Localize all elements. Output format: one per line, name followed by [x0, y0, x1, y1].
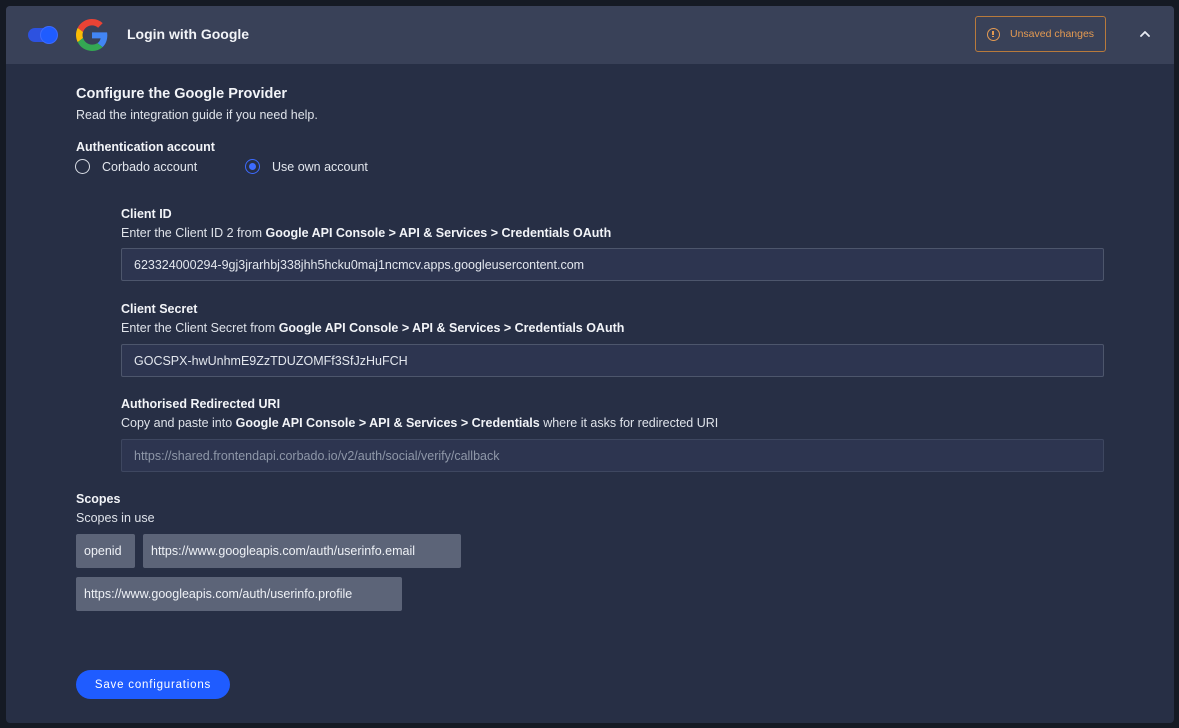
save-configurations-button[interactable]: Save configurations: [76, 670, 230, 699]
redirect-uri-help: Copy and paste into Google API Console >…: [121, 416, 718, 430]
section-title: Configure the Google Provider: [76, 86, 288, 102]
redirect-uri-input[interactable]: [121, 439, 1104, 472]
unsaved-changes-label: Unsaved changes: [1010, 28, 1095, 40]
client-id-input[interactable]: [121, 248, 1104, 281]
client-secret-help-text: Enter the Client Secret from: [121, 321, 279, 335]
redirect-uri-help-suffix: where it asks for redirected URI: [539, 416, 719, 430]
radio-circle[interactable]: [75, 159, 90, 174]
unsaved-changes-badge: Unsaved changes: [975, 16, 1106, 52]
radio-circle-checked[interactable]: [245, 159, 260, 174]
google-logo-icon: [76, 19, 108, 51]
client-secret-help: Enter the Client Secret from Google API …: [121, 321, 624, 335]
client-id-help: Enter the Client ID 2 from Google API Co…: [121, 226, 611, 240]
redirect-uri-help-text: Copy and paste into: [121, 416, 236, 430]
client-secret-label: Client Secret: [121, 302, 198, 316]
redirect-uri-help-path: Google API Console > API & Services > Cr…: [235, 416, 540, 430]
scope-chip-profile: https://www.googleapis.com/auth/userinfo…: [76, 577, 402, 611]
client-id-help-text: Enter the Client ID 2 from: [121, 226, 266, 240]
redirect-uri-label: Authorised Redirected URI: [121, 397, 281, 411]
google-provider-card: Login with Google Unsaved changes Config…: [6, 6, 1174, 723]
scopes-label: Scopes: [76, 492, 121, 506]
authentication-account-label: Authentication account: [76, 140, 215, 154]
section-subtitle: Read the integration guide if you need h…: [76, 108, 318, 122]
scope-chip-openid: openid: [76, 534, 135, 568]
radio-corbado-account[interactable]: Corbado account: [75, 159, 197, 174]
client-secret-input[interactable]: [121, 344, 1104, 377]
client-id-help-path: Google API Console > API & Services > Cr…: [265, 226, 612, 240]
card-header[interactable]: Login with Google Unsaved changes: [6, 6, 1174, 64]
radio-use-own-account[interactable]: Use own account: [245, 159, 368, 174]
scope-chip-email: https://www.googleapis.com/auth/userinfo…: [143, 534, 461, 568]
client-id-label: Client ID: [121, 207, 172, 221]
provider-enable-toggle[interactable]: [28, 27, 57, 43]
chevron-up-icon[interactable]: [1139, 29, 1151, 39]
radio-label: Use own account: [272, 159, 368, 174]
client-secret-help-path: Google API Console > API & Services > Cr…: [278, 321, 625, 335]
radio-label: Corbado account: [102, 159, 198, 174]
scopes-subtitle: Scopes in use: [76, 511, 155, 525]
toggle-knob: [41, 27, 57, 43]
warning-icon: [987, 27, 1000, 41]
header-title: Login with Google: [127, 26, 250, 42]
